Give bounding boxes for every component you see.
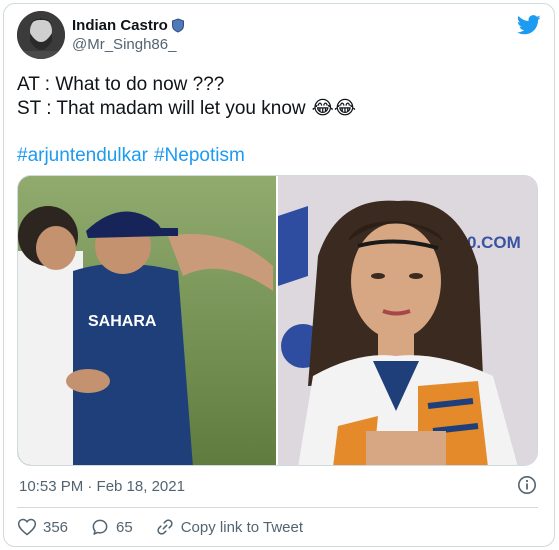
author-display-name[interactable]: Indian Castro [72,17,185,34]
cricket-players-photo: SAHARA [18,176,276,465]
copy-link-label: Copy link to Tweet [180,518,304,536]
tweet-line-1: AT : What to do now ??? [17,74,225,95]
copy-link-button[interactable]: Copy link to Tweet [155,517,303,537]
avatar[interactable] [17,11,65,59]
hashtag-link[interactable]: #Nepotism [154,145,245,167]
heart-icon [17,518,37,536]
link-icon [157,519,173,535]
woman-portrait-photo: LT20.COM [278,176,537,465]
tweet-media[interactable]: SAHARA LT20.COM [17,175,538,466]
avatar-photo [17,11,65,59]
info-icon[interactable] [517,475,537,495]
tweet-text: AT : What to do now ??? ST : That madam … [17,73,356,121]
display-name-text[interactable]: Indian Castro [72,17,168,34]
like-count: 356 [43,518,69,536]
reply-count: 65 [116,518,133,536]
hashtags: #arjuntendulkar #Nepotism [17,145,245,167]
like-button[interactable]: 356 [17,517,68,537]
shield-badge-icon [171,18,184,33]
media-photo-right[interactable]: LT20.COM [278,176,537,465]
tweet-line-2-text: ST : That madam will let you know [17,98,306,119]
reply-bubble-icon [92,519,108,535]
hashtag-link[interactable]: #arjuntendulkar [17,145,148,167]
twitter-bird-icon[interactable] [517,15,541,35]
jersey-text: SAHARA [88,313,157,330]
divider [17,507,538,508]
tweet-timestamp[interactable]: 10:53 PM · Feb 18, 2021 [19,478,185,495]
media-photo-left[interactable]: SAHARA [18,176,276,465]
laughing-emoji-icon: 😂😂 [311,98,357,119]
tweet-line-2: ST : That madam will let you know 😂😂 [17,97,356,121]
tweet-actions: 356 65 Copy link to Tweet [17,516,325,538]
author-handle[interactable]: @Mr_Singh86_ [72,36,176,53]
reply-button[interactable]: 65 [90,517,133,537]
